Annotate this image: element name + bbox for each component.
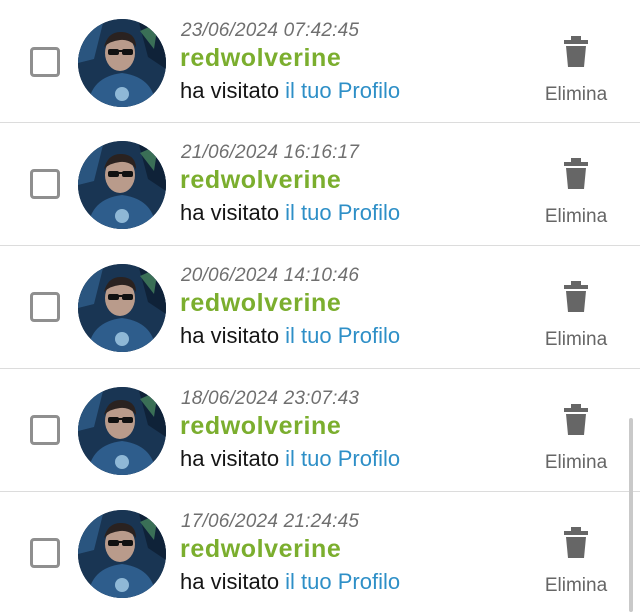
profile-link[interactable]: il tuo Profilo xyxy=(285,200,400,225)
list-item: 23/06/2024 07:42:45 redwolverine ha visi… xyxy=(0,0,640,123)
delete-button[interactable]: Elimina xyxy=(532,36,620,116)
visit-action-text: ha visitato xyxy=(180,323,286,348)
trash-icon xyxy=(564,527,588,558)
avatar[interactable] xyxy=(78,19,166,107)
scrollbar[interactable] xyxy=(629,418,633,612)
list-item: 18/06/2024 23:07:43 redwolverine ha visi… xyxy=(0,369,640,492)
avatar[interactable] xyxy=(78,510,166,598)
visit-action-text: ha visitato xyxy=(180,569,286,594)
delete-button[interactable]: Elimina xyxy=(532,281,620,361)
delete-label: Elimina xyxy=(544,84,608,105)
visitor-username[interactable]: redwolverine xyxy=(180,535,341,564)
delete-label: Elimina xyxy=(544,206,608,227)
trash-icon xyxy=(564,404,588,435)
select-checkbox[interactable] xyxy=(30,47,60,77)
select-checkbox[interactable] xyxy=(30,415,60,445)
select-checkbox[interactable] xyxy=(30,169,60,199)
visit-timestamp: 23/06/2024 07:42:45 xyxy=(181,20,360,41)
visit-action-text: ha visitato xyxy=(180,200,286,225)
visit-description: ha visitato il tuo Profilo xyxy=(180,78,400,104)
list-item: 21/06/2024 16:16:17 redwolverine ha visi… xyxy=(0,123,640,246)
delete-button[interactable]: Elimina xyxy=(532,404,620,484)
trash-icon xyxy=(564,158,588,189)
visit-description: ha visitato il tuo Profilo xyxy=(180,569,400,595)
delete-label: Elimina xyxy=(544,329,608,350)
visitor-username[interactable]: redwolverine xyxy=(180,44,341,73)
delete-label: Elimina xyxy=(544,575,608,596)
visit-description: ha visitato il tuo Profilo xyxy=(180,323,400,349)
list-item: 17/06/2024 21:24:45 redwolverine ha visi… xyxy=(0,492,640,615)
visit-action-text: ha visitato xyxy=(180,78,286,103)
select-checkbox[interactable] xyxy=(30,292,60,322)
profile-link[interactable]: il tuo Profilo xyxy=(285,78,400,103)
visit-action-text: ha visitato xyxy=(180,446,286,471)
visit-timestamp: 17/06/2024 21:24:45 xyxy=(181,511,360,532)
visitor-username[interactable]: redwolverine xyxy=(180,166,341,195)
delete-label: Elimina xyxy=(544,452,608,473)
select-checkbox[interactable] xyxy=(30,538,60,568)
list-item: 20/06/2024 14:10:46 redwolverine ha visi… xyxy=(0,246,640,369)
profile-link[interactable]: il tuo Profilo xyxy=(285,569,400,594)
visit-description: ha visitato il tuo Profilo xyxy=(180,446,400,472)
avatar[interactable] xyxy=(78,264,166,352)
avatar[interactable] xyxy=(78,141,166,229)
visit-timestamp: 18/06/2024 23:07:43 xyxy=(181,388,360,409)
trash-icon xyxy=(564,281,588,312)
visit-timestamp: 21/06/2024 16:16:17 xyxy=(181,142,360,163)
delete-button[interactable]: Elimina xyxy=(532,527,620,607)
profile-link[interactable]: il tuo Profilo xyxy=(285,323,400,348)
avatar[interactable] xyxy=(78,387,166,475)
visitor-username[interactable]: redwolverine xyxy=(180,412,341,441)
trash-icon xyxy=(564,36,588,67)
visit-timestamp: 20/06/2024 14:10:46 xyxy=(181,265,360,286)
visitor-list: 23/06/2024 07:42:45 redwolverine ha visi… xyxy=(0,0,640,615)
profile-link[interactable]: il tuo Profilo xyxy=(285,446,400,471)
delete-button[interactable]: Elimina xyxy=(532,158,620,238)
visitor-username[interactable]: redwolverine xyxy=(180,289,341,318)
visit-description: ha visitato il tuo Profilo xyxy=(180,200,400,226)
